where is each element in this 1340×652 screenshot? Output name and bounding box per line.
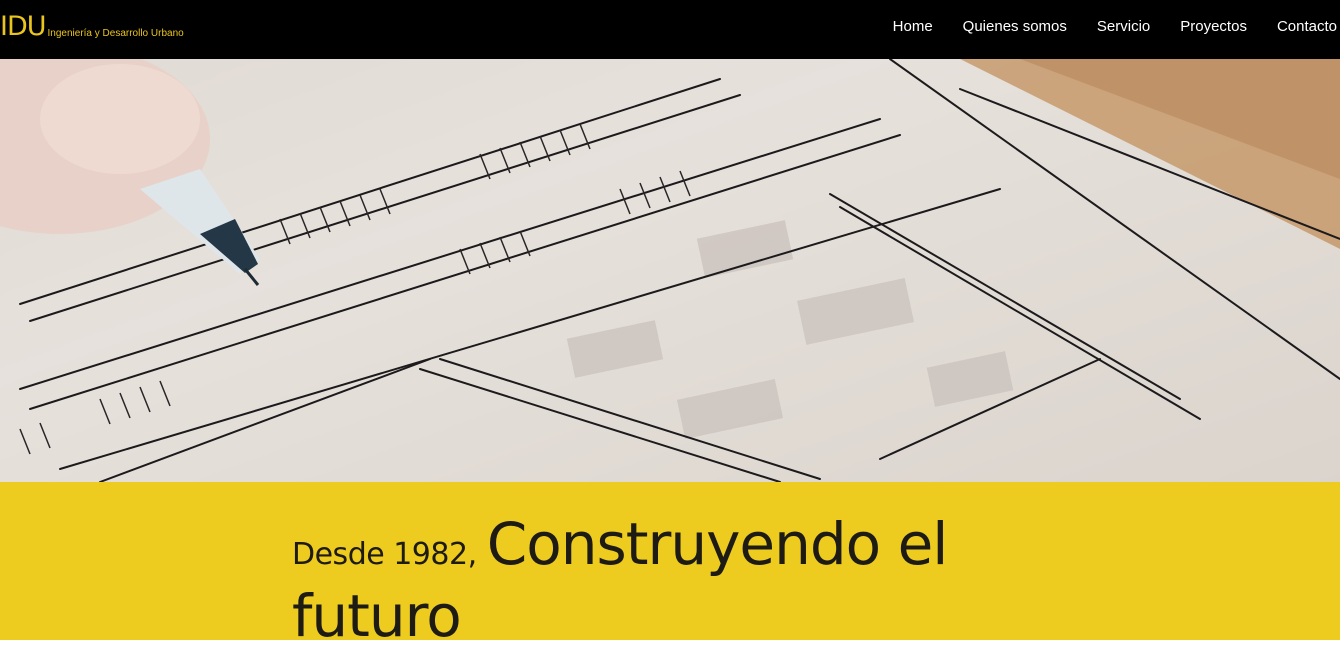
tagline-headline-line1: Construyendo el	[486, 510, 949, 578]
tagline-lead: Desde 1982,	[292, 537, 477, 572]
main-nav: Home Quienes somos Servicio Proyectos Co…	[863, 18, 1337, 36]
nav-link-quienes-somos[interactable]: Quienes somos	[963, 18, 1067, 36]
architectural-sketch-illustration	[0, 59, 1340, 482]
tagline-band: Desde 1982, Construyendo el futuro	[0, 482, 1340, 650]
brand-subtitle: Ingeniería y Desarrollo Urbano	[47, 28, 184, 39]
top-navbar: IDU Ingeniería y Desarrollo Urbano Home …	[0, 0, 1340, 59]
nav-link-contacto[interactable]: Contacto	[1277, 18, 1337, 36]
hero-tagline: Desde 1982, Construyendo el futuro	[292, 508, 992, 652]
hero-image	[0, 59, 1340, 482]
nav-link-home[interactable]: Home	[893, 18, 933, 36]
brand-name: IDU	[0, 11, 47, 42]
nav-link-proyectos[interactable]: Proyectos	[1180, 18, 1247, 36]
nav-link-servicio[interactable]: Servicio	[1097, 18, 1150, 36]
brand-logo[interactable]: IDU Ingeniería y Desarrollo Urbano	[0, 12, 184, 42]
